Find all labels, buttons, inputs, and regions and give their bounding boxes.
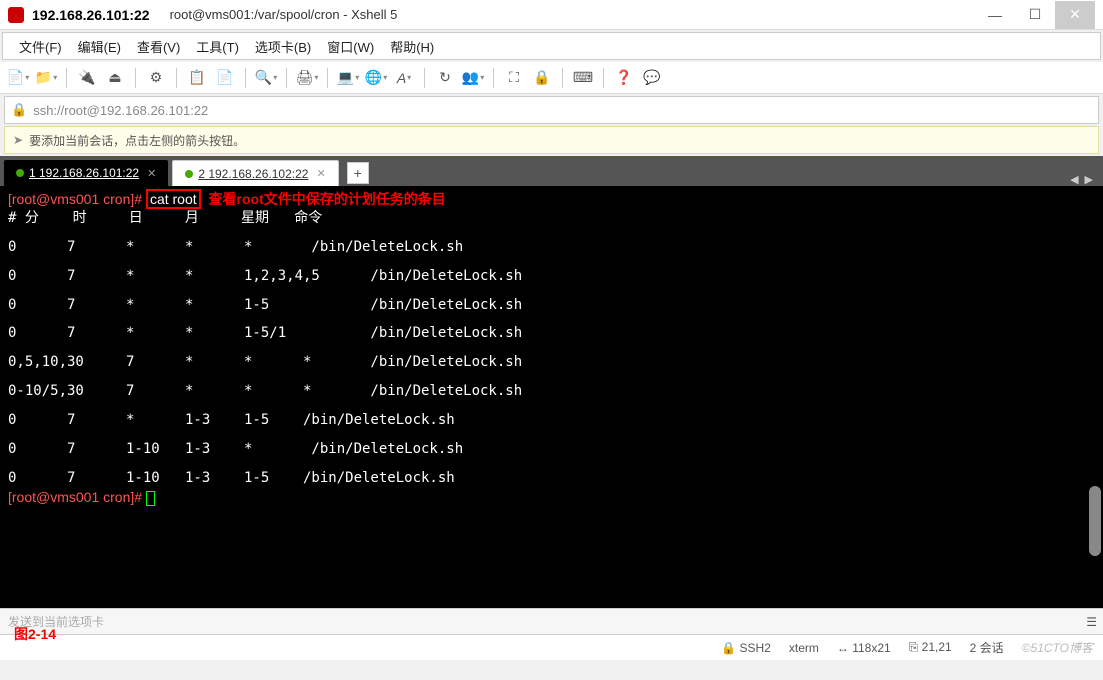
search-icon[interactable]: 🔍▾	[254, 66, 278, 90]
separator	[176, 68, 177, 88]
prompt: [root@vms001 cron]#	[8, 191, 142, 207]
statusbar: 🔒 SSH2 xterm ↔ 118x21 ⎘ 21,21 2 会话 ©51CT…	[0, 634, 1103, 660]
minimize-button[interactable]: —	[975, 1, 1015, 29]
separator	[135, 68, 136, 88]
status-dot-icon	[185, 170, 193, 178]
cron-row: 0,5,10,30 7 * * * /bin/DeleteLock.sh	[8, 353, 1095, 372]
new-session-icon[interactable]: 📄▾	[6, 66, 30, 90]
separator	[245, 68, 246, 88]
lock-icon: 🔒	[11, 102, 27, 118]
infobar: ➤ 要添加当前会话，点击左侧的箭头按钮。	[4, 126, 1099, 154]
terminal-line: [root@vms001 cron]#	[8, 488, 1095, 507]
addressbar[interactable]: 🔒 ssh://root@192.168.26.101:22	[4, 96, 1099, 124]
cron-row: 0 7 1-10 1-3 1-5 /bin/DeleteLock.sh	[8, 469, 1095, 488]
terminal-line: [root@vms001 cron]# cat root 查看root文件中保存…	[8, 190, 1095, 209]
chevron-left-icon[interactable]: ◀	[1070, 173, 1078, 186]
scrollbar-thumb[interactable]	[1089, 486, 1101, 556]
cron-header: # 分 时 日 月 星期 命令	[8, 209, 1095, 228]
separator	[424, 68, 425, 88]
watermark: ©51CTO博客	[1022, 639, 1093, 656]
url-text: ssh://root@192.168.26.101:22	[33, 103, 208, 118]
annotation: 查看root文件中保存的计划任务的条目	[209, 191, 446, 207]
prompt: [root@vms001 cron]#	[8, 489, 142, 505]
users-icon[interactable]: 👥▾	[461, 66, 485, 90]
menu-tabs[interactable]: 选项卡(B)	[247, 35, 319, 58]
figure-label: 图2-14	[14, 624, 56, 644]
maximize-button[interactable]: ☐	[1015, 1, 1055, 29]
tab-session-1[interactable]: 1 192.168.26.101:22 ✕	[4, 160, 168, 186]
status-pos: ⎘ 21,21	[909, 640, 952, 655]
tab-label: 1 192.168.26.101:22	[29, 166, 139, 180]
separator	[562, 68, 563, 88]
menu-tools[interactable]: 工具(T)	[188, 35, 247, 58]
cron-row: 0 7 * * 1-5/1 /bin/DeleteLock.sh	[8, 324, 1095, 343]
window-title: root@vms001:/var/spool/cron - Xshell 5	[170, 7, 398, 22]
paste-icon[interactable]: 📄	[213, 66, 237, 90]
cron-row: 0 7 * * 1,2,3,4,5 /bin/DeleteLock.sh	[8, 267, 1095, 286]
arrow-icon[interactable]: ➤	[13, 133, 23, 147]
app-icon	[8, 7, 24, 23]
status-sessions: 2 会话	[970, 639, 1004, 656]
cron-row: 0-10/5,30 7 * * * /bin/DeleteLock.sh	[8, 382, 1095, 401]
disconnect-icon[interactable]: ⏏	[103, 66, 127, 90]
infobar-text: 要添加当前会话，点击左侧的箭头按钮。	[29, 132, 245, 149]
status-term: xterm	[789, 641, 819, 655]
separator	[286, 68, 287, 88]
chevron-right-icon[interactable]: ▶	[1085, 173, 1093, 186]
status-size: ↔ 118x21	[837, 641, 891, 655]
tabbar: 1 192.168.26.101:22 ✕ 2 192.168.26.102:2…	[0, 156, 1103, 186]
tab-session-2[interactable]: 2 192.168.26.102:22 ✕	[172, 160, 338, 186]
properties-icon[interactable]: ⚙	[144, 66, 168, 90]
separator	[66, 68, 67, 88]
status-dot-icon	[16, 169, 24, 177]
separator	[493, 68, 494, 88]
window-controls: — ☐ ✕	[975, 1, 1095, 29]
menu-file[interactable]: 文件(F)	[11, 35, 70, 58]
tab-label: 2 192.168.26.102:22	[198, 167, 308, 181]
separator	[603, 68, 604, 88]
separator	[327, 68, 328, 88]
cron-row: 0 7 * * 1-5 /bin/DeleteLock.sh	[8, 296, 1095, 315]
cron-row: 0 7 * * * /bin/DeleteLock.sh	[8, 238, 1095, 257]
refresh-icon[interactable]: ↻	[433, 66, 457, 90]
close-icon[interactable]: ✕	[316, 167, 325, 180]
close-icon[interactable]: ✕	[147, 167, 156, 180]
font-icon[interactable]: A▾	[392, 66, 416, 90]
titlebar: 192.168.26.101:22 root@vms001:/var/spool…	[0, 0, 1103, 30]
terminal-icon[interactable]: 💻▾	[336, 66, 360, 90]
menu-icon[interactable]: ☰	[1086, 615, 1097, 629]
tab-nav: ◀ ▶	[1070, 173, 1099, 186]
command-highlight: cat root	[146, 189, 201, 209]
menu-window[interactable]: 窗口(W)	[319, 35, 382, 58]
menu-view[interactable]: 查看(V)	[129, 35, 188, 58]
cron-row: 0 7 * 1-3 1-5 /bin/DeleteLock.sh	[8, 411, 1095, 430]
menubar: 文件(F) 编辑(E) 查看(V) 工具(T) 选项卡(B) 窗口(W) 帮助(…	[2, 32, 1101, 60]
open-folder-icon[interactable]: 📁▾	[34, 66, 58, 90]
cron-row: 0 7 1-10 1-3 * /bin/DeleteLock.sh	[8, 440, 1095, 459]
titlebar-ip: 192.168.26.101:22	[32, 7, 150, 23]
print-icon[interactable]: 🖨▾	[295, 66, 319, 90]
terminal[interactable]: [root@vms001 cron]# cat root 查看root文件中保存…	[0, 186, 1103, 608]
toolbar: 📄▾ 📁▾ 🔌 ⏏ ⚙ 📋 📄 🔍▾ 🖨▾ 💻▾ 🌐▾ A▾ ↻ 👥▾ ⛶ 🔒 …	[0, 62, 1103, 94]
fullscreen-icon[interactable]: ⛶	[502, 66, 526, 90]
lock-icon[interactable]: 🔒	[530, 66, 554, 90]
help-icon[interactable]: ❓	[612, 66, 636, 90]
globe-icon[interactable]: 🌐▾	[364, 66, 388, 90]
menu-help[interactable]: 帮助(H)	[382, 35, 442, 58]
close-button[interactable]: ✕	[1055, 1, 1095, 29]
cursor	[146, 491, 155, 506]
menu-edit[interactable]: 编辑(E)	[70, 35, 129, 58]
add-tab-button[interactable]: +	[347, 162, 369, 184]
status-ssh: 🔒 SSH2	[721, 641, 771, 655]
sendbar[interactable]: 发送到当前选项卡 ☰	[0, 608, 1103, 634]
chat-icon[interactable]: 💬	[640, 66, 664, 90]
copy-icon[interactable]: 📋	[185, 66, 209, 90]
keyboard-icon[interactable]: ⌨	[571, 66, 595, 90]
connect-icon[interactable]: 🔌	[75, 66, 99, 90]
